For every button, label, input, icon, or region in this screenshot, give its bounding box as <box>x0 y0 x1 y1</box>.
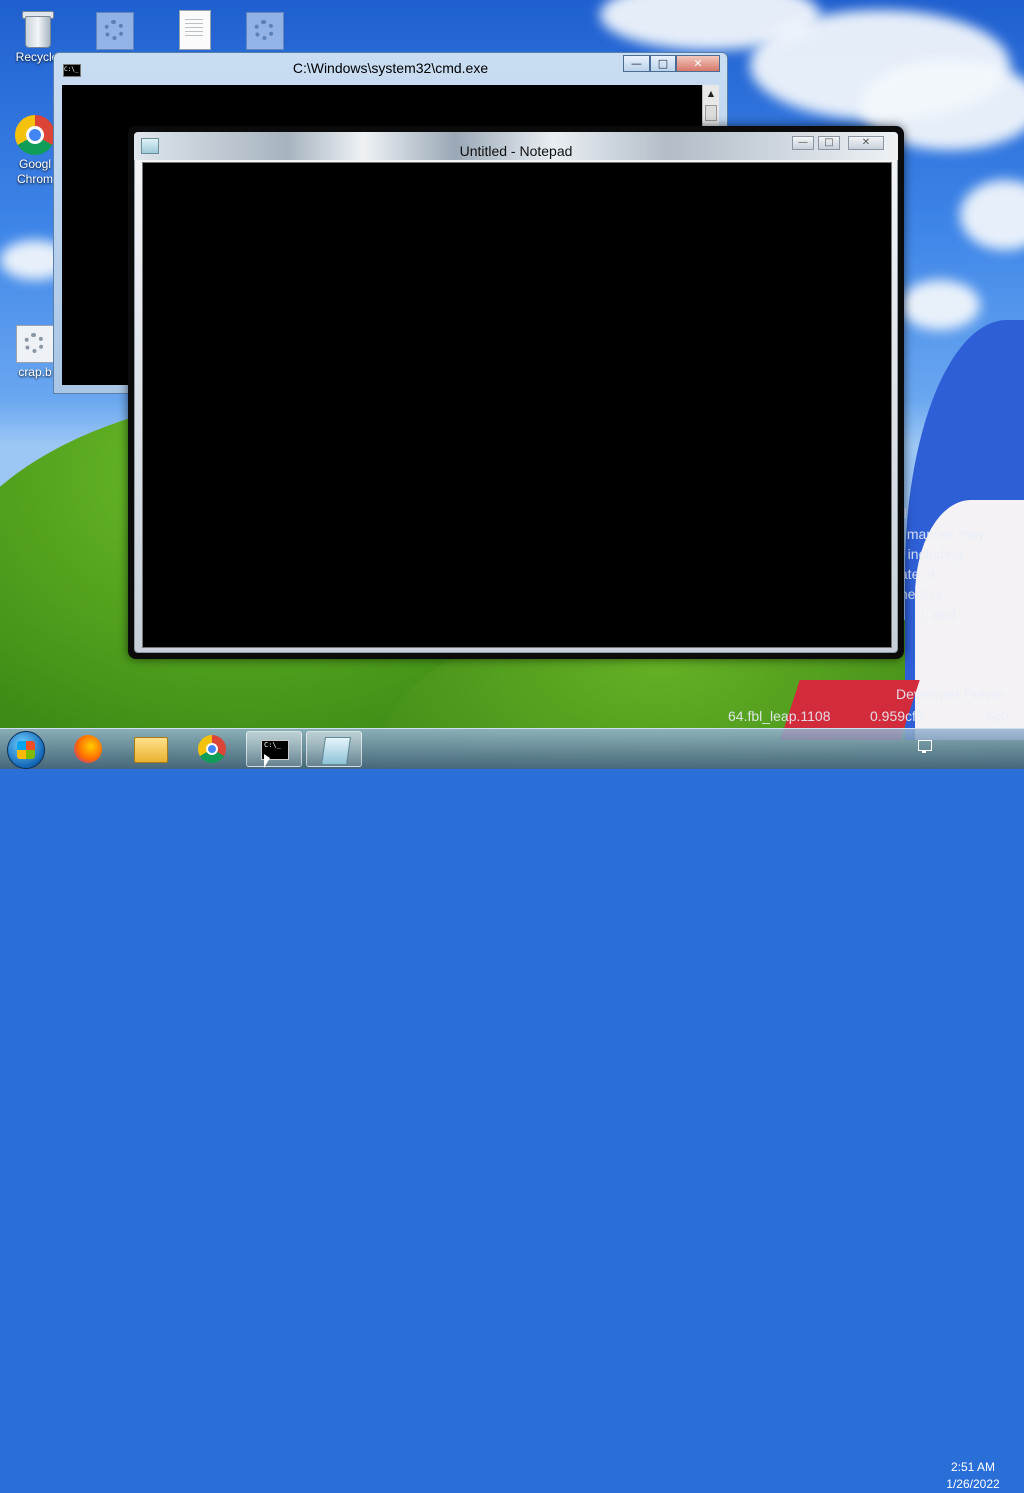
gear-icon <box>246 12 284 50</box>
system-clock[interactable]: 2:51 AM 1/26/2022 <box>936 1459 1010 1493</box>
notepad-text-area[interactable] <box>142 162 892 648</box>
wallpaper-text: y manner may <box>896 526 985 542</box>
taskbar: C:\_ 2:51 AM 1/26/2022 <box>0 728 1024 1491</box>
folder-icon <box>134 737 168 763</box>
wallpaper-text: 64.fbl_leap.1108 <box>728 708 831 724</box>
notepad-window[interactable]: Untitled - Notepad — □ ✕ <box>128 126 904 659</box>
desktop-icon-config[interactable] <box>230 12 300 52</box>
chrome-icon <box>15 115 55 155</box>
text-file-icon <box>179 10 211 50</box>
taskbar-item-notepad[interactable] <box>306 731 362 767</box>
notepad-icon <box>321 737 351 765</box>
close-button[interactable]: ✕ <box>676 55 720 72</box>
gear-icon <box>96 12 134 50</box>
scroll-thumb[interactable] <box>705 105 717 121</box>
cmd-titlebar[interactable]: C:\_ C:\Windows\system32\cmd.exe — □ ✕ <box>54 53 727 83</box>
wallpaper-text: 0.959cf9 <box>870 708 924 724</box>
maximize-button[interactable]: □ <box>818 136 840 150</box>
maximize-button[interactable]: □ <box>650 55 676 72</box>
close-button[interactable]: ✕ <box>848 136 884 150</box>
firefox-icon <box>74 735 102 763</box>
recycle-bin-icon <box>20 8 54 48</box>
wallpaper-text: ), and <box>920 606 956 622</box>
scroll-up-arrow-icon[interactable]: ▲ <box>704 86 718 102</box>
batch-file-icon <box>16 325 54 363</box>
window-title: Untitled - Notepad <box>459 143 573 159</box>
minimize-button[interactable]: — <box>792 136 814 150</box>
wallpaper-text: d including <box>896 546 963 562</box>
wallpaper-text: Developer Previe <box>896 686 1004 702</box>
network-icon[interactable] <box>915 738 933 754</box>
clock-time: 2:51 AM <box>950 1460 996 1474</box>
wallpaper-text: 6c0 <box>986 708 1009 724</box>
mouse-cursor-icon <box>264 754 270 768</box>
minimize-button[interactable]: — <box>623 55 650 72</box>
taskbar-item-firefox[interactable] <box>60 731 116 767</box>
notepad-titlebar[interactable]: Untitled - Notepad <box>134 132 898 160</box>
desktop-icon-text-file[interactable] <box>160 10 230 52</box>
desktop-icon-settings[interactable] <box>80 12 150 52</box>
chrome-icon <box>198 735 226 763</box>
taskbar-item-chrome[interactable] <box>184 731 240 767</box>
taskbar-item-file-explorer[interactable] <box>122 731 178 767</box>
taskbar-item-cmd[interactable]: C:\_ <box>246 731 302 767</box>
windows-logo-icon <box>17 741 35 759</box>
start-button[interactable] <box>7 731 45 769</box>
notepad-app-icon[interactable] <box>141 138 159 154</box>
clock-date: 1/26/2022 <box>946 1477 1000 1491</box>
